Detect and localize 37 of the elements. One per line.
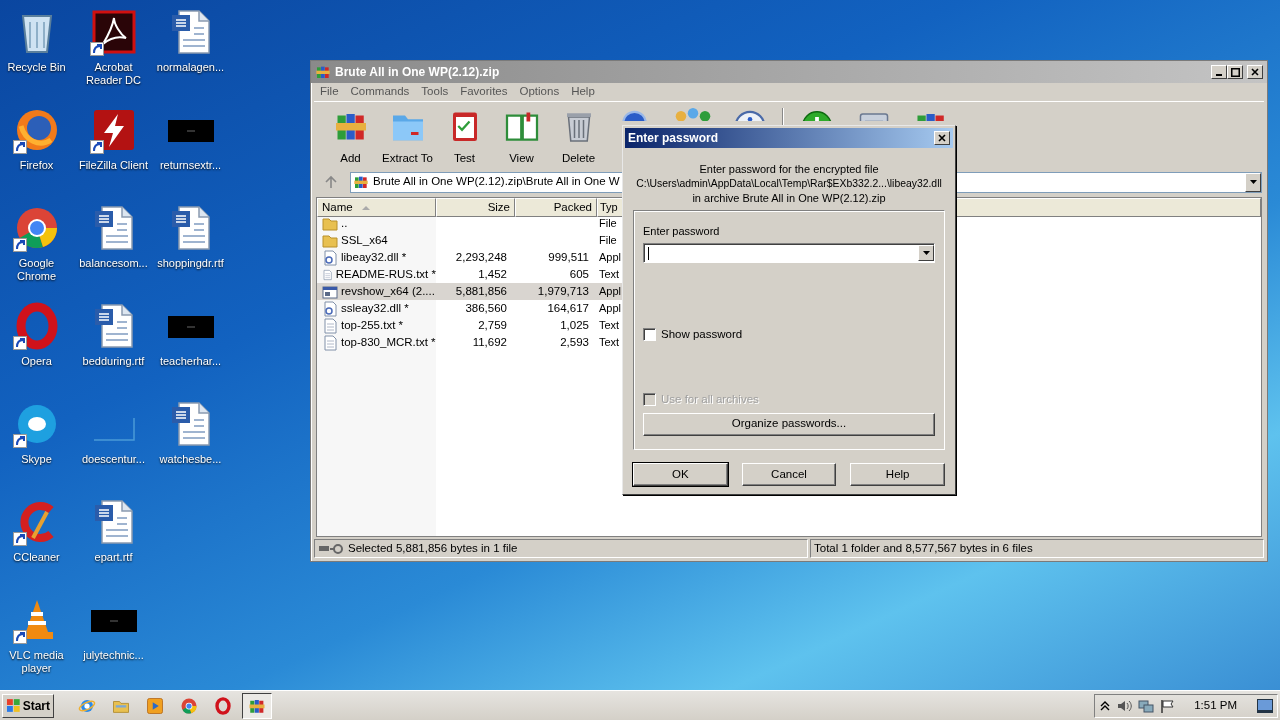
file-size: 5,881,856 [454, 284, 508, 299]
file-size: 2,759 [477, 318, 508, 333]
file-name: .. [341, 216, 348, 231]
file-name: top-255.txt * [341, 318, 403, 333]
file-type: Text [598, 335, 621, 351]
window-title: Brute All in One WP(2.12).zip [335, 64, 500, 81]
packed-size: 605 [568, 267, 590, 282]
file-name: libeay32.dll * [341, 250, 407, 265]
file-type: Appl [598, 301, 623, 317]
packed-size: 164,617 [546, 301, 590, 316]
status-text: Total 1 folder and 8,577,567 bytes in 6 files [814, 540, 1033, 556]
packed-size: 2,593 [559, 335, 590, 350]
message-text: C:\Users\admin\AppData\Local\Temp\Rar$EXb332.2...\libeay32.dll [636, 176, 942, 191]
status-text: Selected 5,881,856 bytes in 1 file [348, 540, 518, 556]
file-name: README-RUS.txt * [335, 267, 436, 282]
file-type: Text [598, 267, 621, 283]
path-text: Brute All in One WP(2.12).zip\Brute All in One W [373, 174, 620, 190]
file-size: 2,293,248 [454, 250, 508, 265]
file-type: Appl [598, 250, 623, 266]
file-size: 11,692 [471, 335, 508, 350]
file-type: File [598, 233, 618, 249]
file-type: Appl [598, 284, 623, 300]
packed-size: 1,025 [559, 318, 590, 333]
file-name: revshow_x64 (2.... [341, 284, 435, 299]
file-name: top-830_MCR.txt * [341, 335, 436, 350]
dialog-title: Enter password [628, 130, 719, 147]
packed-size: 999,511 [547, 250, 590, 265]
file-size: 386,560 [464, 301, 508, 316]
field-label: Enter password [643, 223, 721, 239]
checkbox-label: Show password [661, 327, 743, 342]
packed-size: 1,979,713 [536, 284, 590, 299]
file-size: 1,452 [477, 267, 508, 282]
file-name: SSL_x64 [341, 233, 388, 248]
message-text: in archive Brute All in One WP(2.12).zip [692, 191, 886, 206]
file-type: Text [598, 318, 621, 334]
file-name: ssleay32.dll * [341, 301, 409, 316]
file-type: File [598, 216, 618, 232]
